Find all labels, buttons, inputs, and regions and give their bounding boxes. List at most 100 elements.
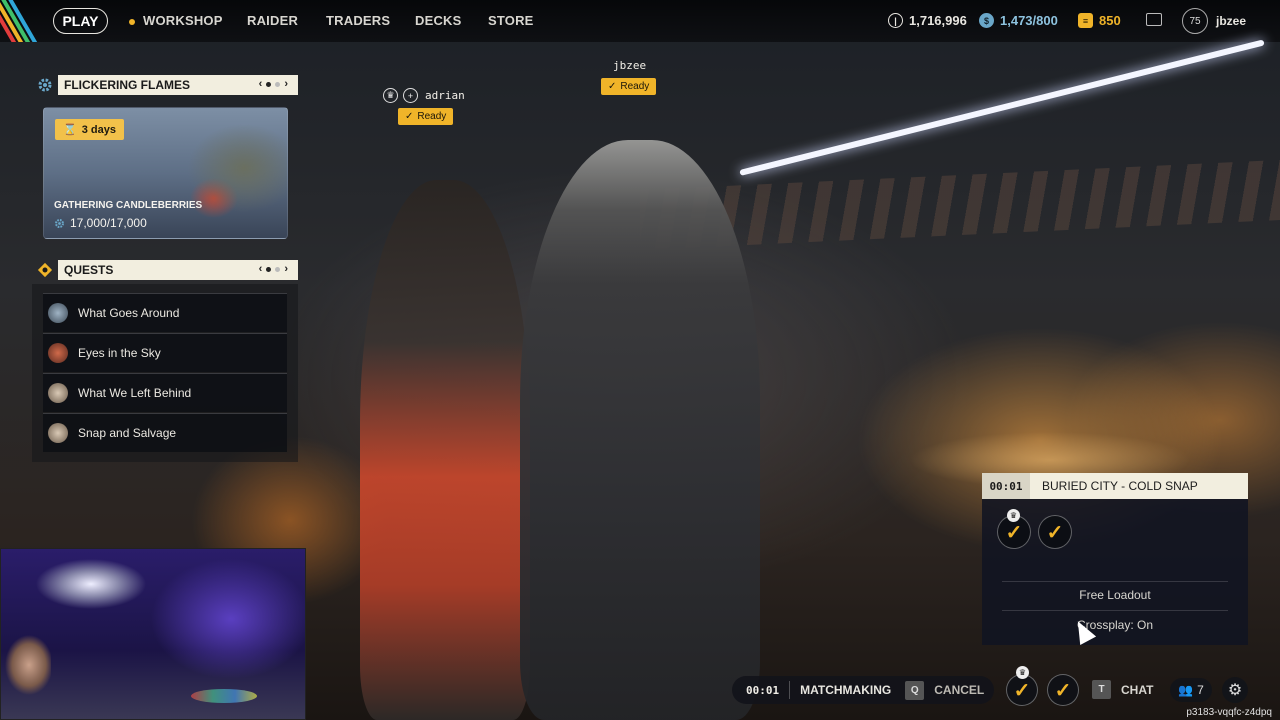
friends-count: 7 [1197, 683, 1204, 697]
quest-item[interactable]: Eyes in the Sky [43, 333, 287, 372]
gear-icon [32, 73, 58, 97]
webcam-overlay [0, 548, 306, 720]
chat-button[interactable]: T CHAT [1092, 680, 1153, 699]
quest-giver-avatar-icon [48, 343, 68, 363]
top-bar: PLAY WORKSHOP RAIDER TRADERS DECKS STORE… [0, 0, 1280, 42]
squad-slot: ✓ [1047, 674, 1079, 706]
quest-giver-avatar-icon [48, 383, 68, 403]
quest-item[interactable]: What Goes Around [43, 293, 287, 332]
friends-button[interactable]: 👥 7 [1170, 678, 1212, 702]
player-name-jbzee[interactable]: jbzee [613, 59, 646, 72]
event-progress-value: 17,000/17,000 [70, 216, 147, 230]
character-adrian [360, 180, 530, 720]
pager-next-icon[interactable]: › [284, 78, 288, 90]
credits-currency[interactable]: ≡ 850 [1078, 13, 1121, 28]
quests-list: What Goes Around Eyes in the Sky What We… [32, 284, 298, 462]
nav-traders[interactable]: TRADERS [326, 13, 390, 28]
event-title-box: FLICKERING FLAMES ‹ › [58, 75, 298, 95]
matchmaking-bar: 00:01 MATCHMAKING Q CANCEL [732, 676, 994, 704]
chat-key-hint: T [1092, 680, 1111, 699]
player-name-adrian[interactable]: adrian [425, 89, 465, 102]
notification-dot-icon [129, 18, 135, 25]
coin-icon: | [888, 13, 903, 28]
check-icon: ✓ [1054, 679, 1072, 702]
match-timer: 00:01 [982, 473, 1030, 499]
divider [1002, 610, 1228, 611]
event-progress: 17,000/17,000 [54, 216, 147, 230]
pager-next-icon[interactable]: › [284, 263, 288, 275]
check-icon: ✓ [1046, 521, 1064, 544]
nav-workshop-label: WORKSHOP [143, 13, 223, 28]
gear-icon [55, 218, 64, 228]
event-card[interactable]: ⌛ 3 days GATHERING CANDLEBERRIES 17,000/… [43, 107, 288, 239]
hourglass-icon: ⌛ [63, 124, 77, 136]
nav-store[interactable]: STORE [488, 13, 534, 28]
crown-icon: ♛ [1016, 666, 1029, 679]
rug-decor [191, 689, 257, 703]
settings-icon[interactable]: ⚙ [1222, 677, 1248, 703]
days-remaining-badge: ⌛ 3 days [55, 119, 124, 140]
username[interactable]: jbzee [1216, 14, 1246, 28]
pager-prev-icon[interactable]: ‹ [259, 78, 263, 90]
check-icon: ✓ [405, 111, 414, 122]
nav-raider[interactable]: RAIDER [247, 13, 298, 28]
match-map-name: BURIED CITY - COLD SNAP [1042, 479, 1198, 493]
player-level-badge[interactable]: 75 [1182, 8, 1208, 34]
cancel-key-hint: Q [905, 680, 925, 700]
pager-dot-active [266, 81, 272, 87]
quest-item[interactable]: What We Left Behind [43, 373, 287, 412]
ready-label: Ready [620, 81, 650, 92]
character-jbzee [520, 140, 760, 720]
quest-item[interactable]: Snap and Salvage [43, 413, 287, 452]
token-icon: $ [979, 13, 994, 28]
quests-pager: ‹ › [259, 263, 288, 275]
days-remaining-label: 3 days [81, 123, 116, 136]
crown-icon: ♛ [383, 88, 398, 103]
cancel-button[interactable]: CANCEL [934, 683, 984, 697]
quest-giver-avatar-icon [48, 423, 68, 443]
brand-stripes [0, 0, 50, 42]
quest-diamond-icon [32, 258, 58, 282]
session-id: p3183-vqqfc-z4dpq [1186, 707, 1272, 718]
tokens-value: 1,473/800 [1000, 13, 1058, 28]
quest-label: What Goes Around [78, 306, 180, 320]
quest-label: What We Left Behind [78, 386, 192, 400]
mail-icon[interactable] [1146, 13, 1162, 26]
divider [1002, 581, 1228, 582]
event-title: FLICKERING FLAMES [64, 78, 190, 92]
quest-giver-avatar-icon [48, 303, 68, 323]
add-friend-icon[interactable]: + [403, 88, 418, 103]
loadout-option: Free Loadout [1079, 588, 1151, 602]
squad-slot: ✓ [1038, 515, 1072, 549]
neon-light-strip [739, 39, 1265, 176]
ready-badge-jbzee: ✓ Ready [601, 78, 657, 95]
pager-dot-active [266, 266, 272, 272]
check-icon: ✓ [608, 81, 617, 92]
coins-currency[interactable]: | 1,716,996 [888, 13, 967, 28]
pager-dot [275, 81, 281, 87]
match-header: 00:01 BURIED CITY - COLD SNAP [982, 473, 1248, 499]
event-panel-header: FLICKERING FLAMES ‹ › [32, 73, 298, 97]
event-name: GATHERING CANDLEBERRIES [54, 200, 203, 211]
ready-badge-adrian: ✓ Ready [398, 108, 454, 125]
credits-icon: ≡ [1078, 13, 1093, 28]
pager-prev-icon[interactable]: ‹ [259, 263, 263, 275]
check-icon: ✓ [1013, 679, 1031, 702]
quests-title-box: QUESTS ‹ › [58, 260, 298, 280]
ready-label: Ready [417, 111, 447, 122]
tokens-currency[interactable]: $ 1,473/800 [979, 13, 1058, 28]
streamer-person [1, 635, 51, 720]
matchmaking-label: MATCHMAKING [800, 683, 892, 697]
divider [789, 681, 791, 699]
quest-label: Snap and Salvage [78, 426, 177, 440]
coins-value: 1,716,996 [909, 13, 967, 28]
nav-workshop[interactable]: WORKSHOP [129, 13, 223, 28]
pager-dot [275, 266, 281, 272]
crown-icon: ♛ [1007, 509, 1020, 522]
chat-label: CHAT [1121, 682, 1154, 697]
credits-value: 850 [1099, 13, 1121, 28]
play-button[interactable]: PLAY [53, 8, 108, 34]
quests-panel-header: QUESTS ‹ › [32, 258, 298, 282]
event-pager: ‹ › [259, 78, 288, 90]
nav-decks[interactable]: DECKS [415, 13, 462, 28]
